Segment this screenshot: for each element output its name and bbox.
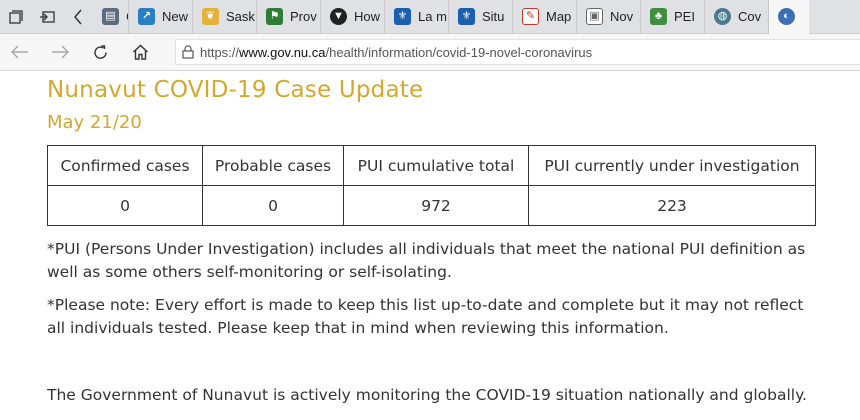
- tree-icon: ♣: [650, 8, 667, 25]
- browser-tab[interactable]: ✎ Map: [513, 0, 577, 34]
- monitoring-paragraph: The Government of Nunavut is actively mo…: [47, 386, 807, 404]
- tab-label: PEI: [674, 9, 695, 24]
- tab-label: La m: [418, 9, 447, 24]
- tab-label: Cov: [738, 9, 762, 24]
- chart-icon: ↗: [138, 8, 155, 25]
- tab-label: Prov: [290, 9, 317, 24]
- url-scheme: https://: [200, 44, 240, 60]
- image-icon: ▣: [586, 8, 603, 25]
- set-tabs-aside-icon[interactable]: [31, 0, 62, 34]
- navigation-bar: https://www.gov.nu.ca/health/information…: [0, 34, 860, 71]
- url-path: /health/information/covid-19-novel-coron…: [325, 44, 593, 60]
- column-header: PUI cumulative total: [343, 145, 529, 186]
- column-header: Confirmed cases: [47, 145, 203, 186]
- address-bar[interactable]: https://www.gov.nu.ca/health/information…: [175, 39, 860, 65]
- url-text: https://www.gov.nu.ca/health/information…: [200, 45, 592, 60]
- page-icon: ▤: [102, 8, 119, 25]
- tab-label: Situ: [482, 9, 505, 24]
- table-cell: 223: [528, 185, 816, 226]
- browser-tab[interactable]: ▣ Nov: [577, 0, 641, 34]
- tab-strip: ▤ Case ↗ New ❦ Sask ⚑ Prov ▼ How ⚜ La m …: [0, 0, 860, 34]
- page-title: Nunavut COVID-19 Case Update: [47, 77, 424, 103]
- back-arrow-icon: [11, 45, 28, 59]
- browser-tab[interactable]: ▼ How: [321, 0, 385, 34]
- table-cell: 972: [343, 185, 529, 226]
- column-header: PUI currently under investigation: [528, 145, 816, 186]
- case-table: Confirmed cases Probable cases PUI cumul…: [47, 145, 816, 226]
- accuracy-note: *Please note: Every effort is made to ke…: [47, 296, 804, 337]
- fleur-de-lis-icon: ⚜: [458, 8, 475, 25]
- nunavut-icon: ◐: [778, 8, 795, 25]
- browser-tab[interactable]: ♣ PEI: [641, 0, 705, 34]
- browser-tab-active[interactable]: ◐: [769, 0, 809, 34]
- flag-icon: ⚑: [266, 8, 283, 25]
- url-domain: www.gov.nu.ca: [239, 44, 326, 60]
- tab-label: How: [354, 9, 381, 24]
- tab-label: New: [162, 9, 189, 24]
- page-content: Nunavut COVID-19 Case Update May 21/20 C…: [47, 71, 827, 407]
- browser-tab[interactable]: ▤ Case: [93, 0, 129, 34]
- tab-label: Sask: [226, 9, 255, 24]
- browser-tab[interactable]: ⚜ Situ: [449, 0, 513, 34]
- scroll-tabs-left-icon[interactable]: [62, 0, 93, 34]
- tab-label: Case: [126, 9, 128, 24]
- forward-button[interactable]: [40, 34, 80, 71]
- table-header-row: Confirmed cases Probable cases PUI cumul…: [47, 145, 816, 186]
- browser-tab[interactable]: ⚑ Prov: [257, 0, 321, 34]
- table-cell: 0: [47, 185, 203, 226]
- browser-tab[interactable]: ◍ Cov: [705, 0, 769, 34]
- leaf-icon: ❦: [202, 8, 219, 25]
- globe-icon: ◍: [714, 8, 731, 25]
- update-date: May 21/20: [47, 112, 142, 133]
- browser-tab[interactable]: ⚜ La m: [385, 0, 449, 34]
- table-cell: 0: [202, 185, 344, 226]
- refresh-icon: [93, 44, 107, 59]
- tab-actions-icon[interactable]: [0, 0, 31, 34]
- lock-icon[interactable]: [176, 39, 200, 65]
- fleur-de-lis-icon: ⚜: [394, 8, 411, 25]
- forward-arrow-icon: [52, 45, 69, 59]
- home-icon: [132, 44, 148, 60]
- home-button[interactable]: [120, 34, 160, 71]
- shield-icon: ▼: [330, 8, 347, 25]
- browser-tab[interactable]: ❦ Sask: [193, 0, 257, 34]
- tab-label: Map: [546, 9, 572, 24]
- table-row: 0 0 972 223: [47, 185, 816, 226]
- tab-label: Nov: [610, 9, 634, 24]
- refresh-button[interactable]: [80, 34, 120, 71]
- browser-tab[interactable]: ↗ New: [129, 0, 193, 34]
- back-button[interactable]: [0, 34, 40, 71]
- pen-icon: ✎: [522, 8, 539, 25]
- pui-definition-note: *PUI (Persons Under Investigation) inclu…: [47, 240, 806, 281]
- column-header: Probable cases: [202, 145, 344, 186]
